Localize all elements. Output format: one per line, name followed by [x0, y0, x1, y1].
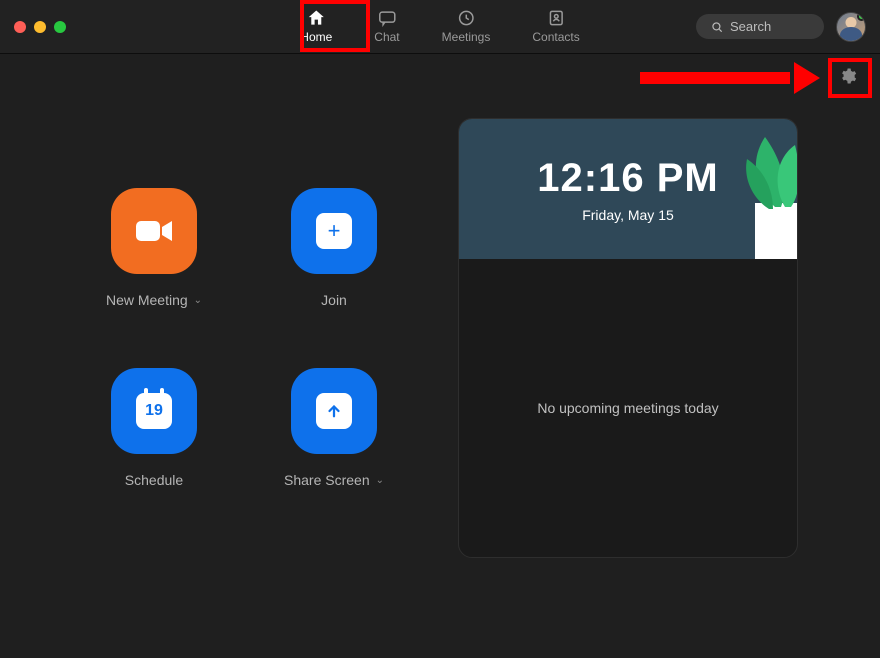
- clock-icon: [456, 8, 476, 28]
- join-label: Join: [321, 292, 347, 308]
- share-screen-label: Share Screen ⌄: [284, 472, 384, 488]
- join-tile: +: [291, 188, 377, 274]
- schedule-button[interactable]: 19 Schedule: [64, 368, 244, 488]
- new-meeting-label: New Meeting ⌄: [106, 292, 202, 308]
- tab-chat[interactable]: Chat: [364, 2, 409, 48]
- chevron-down-icon[interactable]: ⌄: [194, 295, 202, 306]
- schedule-tile: 19: [111, 368, 197, 454]
- tab-contacts[interactable]: Contacts: [522, 2, 589, 48]
- share-screen-button[interactable]: Share Screen ⌄: [244, 368, 424, 488]
- tab-label: Meetings: [442, 30, 491, 44]
- tab-label: Chat: [374, 30, 399, 44]
- join-button[interactable]: + Join: [244, 188, 424, 308]
- titlebar-right: Search: [696, 12, 866, 42]
- home-icon: [306, 8, 326, 28]
- right-pane: 12:16 PM Friday, May 15 No upcoming meet…: [448, 98, 856, 634]
- clock-date: Friday, May 15: [582, 207, 674, 223]
- schedule-label: Schedule: [125, 472, 183, 488]
- new-meeting-button[interactable]: New Meeting ⌄: [64, 188, 244, 308]
- action-grid: New Meeting ⌄ + Join 19 Schedule: [24, 98, 424, 634]
- clock-banner: 12:16 PM Friday, May 15: [459, 119, 797, 259]
- plant-illustration: [725, 119, 797, 259]
- chat-icon: [377, 8, 397, 28]
- avatar[interactable]: [836, 12, 866, 42]
- tab-meetings[interactable]: Meetings: [432, 2, 501, 48]
- maximize-window[interactable]: [54, 21, 66, 33]
- chevron-down-icon[interactable]: ⌄: [376, 475, 384, 486]
- tab-label: Home: [300, 30, 332, 44]
- tab-label: Contacts: [532, 30, 579, 44]
- close-window[interactable]: [14, 21, 26, 33]
- search-icon: [710, 20, 724, 34]
- calendar-day: 19: [145, 402, 163, 420]
- share-screen-tile: [291, 368, 377, 454]
- video-icon: [134, 217, 174, 245]
- upcoming-body: No upcoming meetings today: [459, 259, 797, 557]
- tab-home[interactable]: Home: [290, 2, 342, 48]
- plus-icon: +: [316, 213, 352, 249]
- new-meeting-tile: [111, 188, 197, 274]
- minimize-window[interactable]: [34, 21, 46, 33]
- search-placeholder: Search: [730, 19, 771, 34]
- contacts-icon: [546, 8, 566, 28]
- home-content: New Meeting ⌄ + Join 19 Schedule: [0, 98, 880, 658]
- settings-button[interactable]: [834, 62, 862, 90]
- home-toolbar: [0, 54, 880, 98]
- main-nav: Home Chat Meetings Contacts: [290, 2, 589, 48]
- gear-icon: [839, 67, 857, 85]
- titlebar: Home Chat Meetings Contacts Search: [0, 0, 880, 54]
- upcoming-card: 12:16 PM Friday, May 15 No upcoming meet…: [458, 118, 798, 558]
- calendar-icon: 19: [136, 393, 172, 429]
- upcoming-empty-text: No upcoming meetings today: [537, 400, 718, 416]
- search-input[interactable]: Search: [696, 14, 824, 39]
- window-controls: [14, 21, 66, 33]
- clock-time: 12:16 PM: [537, 156, 718, 201]
- presence-indicator: [857, 12, 866, 21]
- arrow-up-icon: [316, 393, 352, 429]
